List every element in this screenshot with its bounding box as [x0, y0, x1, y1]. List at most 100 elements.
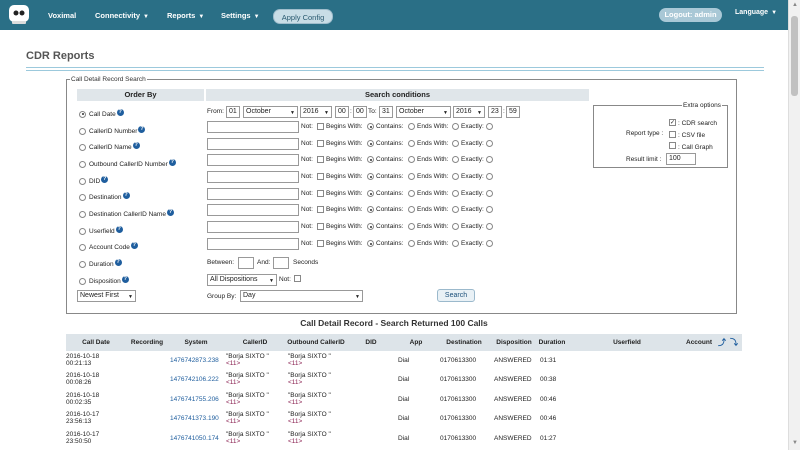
order-by-radio[interactable]: [79, 177, 86, 185]
sort-down-icon[interactable]: ⤵: [728, 334, 740, 351]
ends-with-radio[interactable]: [408, 240, 415, 247]
from-month-select[interactable]: October: [243, 106, 298, 118]
csv-file-checkbox[interactable]: [669, 131, 676, 138]
order-by-option[interactable]: DID?: [79, 176, 109, 185]
exactly-option-radio[interactable]: [486, 156, 493, 163]
order-by-radio[interactable]: [79, 243, 86, 251]
contains-radio[interactable]: [367, 173, 374, 180]
not-checkbox[interactable]: [317, 156, 324, 163]
userfield-input[interactable]: [207, 221, 299, 233]
cell-system-link[interactable]: 1476741373.190: [170, 415, 219, 422]
to-hour-input[interactable]: 23: [488, 106, 502, 118]
col-call-date[interactable]: Call Date: [66, 334, 126, 351]
order-by-radio[interactable]: [79, 143, 86, 151]
help-icon[interactable]: ?: [115, 226, 123, 233]
exactly-option-radio[interactable]: [486, 240, 493, 247]
brand-link[interactable]: Voximal: [48, 11, 76, 20]
exactly-radio[interactable]: [452, 173, 459, 180]
to-month-select[interactable]: October: [396, 106, 451, 118]
did-input[interactable]: [207, 171, 299, 183]
cell-system-link[interactable]: 1476741755.206: [170, 396, 219, 403]
help-icon[interactable]: ?: [132, 142, 140, 149]
exactly-radio[interactable]: [452, 140, 459, 147]
menu-connectivity[interactable]: Connectivity ▼: [95, 11, 149, 20]
contains-radio[interactable]: [367, 240, 374, 247]
help-icon[interactable]: ?: [121, 276, 129, 283]
help-icon[interactable]: ?: [101, 176, 109, 183]
order-by-option[interactable]: Call Date?: [79, 109, 124, 118]
help-icon[interactable]: ?: [130, 242, 138, 249]
exactly-radio[interactable]: [452, 240, 459, 247]
apply-config-button[interactable]: Apply Config: [273, 9, 333, 24]
help-icon[interactable]: ?: [168, 159, 176, 166]
menu-settings[interactable]: Settings ▼: [221, 11, 260, 20]
menu-reports[interactable]: Reports ▼: [167, 11, 204, 20]
order-by-radio[interactable]: [79, 210, 86, 218]
order-by-option[interactable]: CallerID Number?: [79, 126, 146, 135]
contains-radio[interactable]: [367, 190, 374, 197]
ends-with-radio[interactable]: [408, 156, 415, 163]
contains-radio[interactable]: [367, 206, 374, 213]
exactly-radio[interactable]: [452, 156, 459, 163]
to-year-select[interactable]: 2016: [453, 106, 485, 118]
order-by-option[interactable]: Userfield?: [79, 226, 123, 235]
col-callerid[interactable]: CallerID: [224, 334, 286, 351]
cdr-search-checkbox[interactable]: ✓: [669, 119, 676, 126]
page-scrollbar[interactable]: ▲ ▼: [788, 0, 800, 450]
order-by-option[interactable]: Disposition?: [79, 276, 129, 285]
col-outbound-callerid[interactable]: Outbound CallerID: [286, 334, 346, 351]
col-did[interactable]: DID: [346, 334, 396, 351]
col-app[interactable]: App: [396, 334, 436, 351]
sort-up-icon[interactable]: ⤴: [716, 334, 728, 351]
search-button[interactable]: Search: [437, 289, 475, 302]
order-by-radio[interactable]: [79, 193, 86, 201]
order-by-radio[interactable]: [79, 260, 86, 268]
order-by-option[interactable]: Account Code?: [79, 242, 138, 251]
scroll-down-icon[interactable]: ▼: [792, 440, 798, 446]
scroll-up-icon[interactable]: ▲: [792, 2, 798, 8]
col-system[interactable]: System: [168, 334, 224, 351]
exactly-option-radio[interactable]: [486, 206, 493, 213]
exactly-radio[interactable]: [452, 223, 459, 230]
order-by-radio[interactable]: [79, 277, 86, 285]
sort-order-select[interactable]: Newest First: [77, 290, 136, 302]
help-icon[interactable]: ?: [116, 109, 124, 116]
group-by-select[interactable]: Day: [240, 290, 363, 302]
from-day-input[interactable]: 01: [226, 106, 240, 118]
ends-with-radio[interactable]: [408, 190, 415, 197]
to-minute-input[interactable]: 59: [506, 106, 520, 118]
order-by-radio[interactable]: [79, 160, 86, 168]
ends-with-radio[interactable]: [408, 173, 415, 180]
result-limit-input[interactable]: 100: [666, 153, 696, 165]
from-year-select[interactable]: 2016: [300, 106, 332, 118]
exactly-option-radio[interactable]: [486, 123, 493, 130]
order-by-radio[interactable]: [79, 110, 86, 118]
not-checkbox[interactable]: [317, 140, 324, 147]
order-by-option[interactable]: Destination CallerID Name?: [79, 209, 174, 218]
help-icon[interactable]: ?: [122, 192, 130, 199]
order-by-option[interactable]: Duration?: [79, 259, 122, 268]
not-checkbox[interactable]: [317, 206, 324, 213]
cell-system-link[interactable]: 1476742873.238: [170, 357, 219, 364]
help-icon[interactable]: ?: [114, 259, 122, 266]
col-userfield[interactable]: Userfield: [568, 334, 686, 351]
order-by-option[interactable]: CallerID Name?: [79, 142, 140, 151]
cell-system-link[interactable]: 1476742106.222: [170, 376, 219, 383]
col-duration[interactable]: Duration: [536, 334, 568, 351]
not-checkbox[interactable]: [317, 223, 324, 230]
order-by-option[interactable]: Outbound CallerID Number?: [79, 159, 176, 168]
scrollbar-thumb[interactable]: [791, 16, 798, 96]
help-icon[interactable]: ?: [166, 209, 174, 216]
voximal-logo-icon[interactable]: [8, 3, 30, 25]
account-code-input[interactable]: [207, 238, 299, 250]
exactly-option-radio[interactable]: [486, 223, 493, 230]
order-by-radio[interactable]: [79, 127, 86, 135]
callerid-name-input[interactable]: [207, 138, 299, 150]
to-day-input[interactable]: 31: [379, 106, 393, 118]
language-menu[interactable]: Language ▼: [735, 9, 777, 16]
not-checkbox[interactable]: [317, 240, 324, 247]
ends-with-radio[interactable]: [408, 140, 415, 147]
duration-min-input[interactable]: [238, 257, 254, 269]
not-checkbox[interactable]: [317, 173, 324, 180]
from-hour-input[interactable]: 00: [335, 106, 349, 118]
